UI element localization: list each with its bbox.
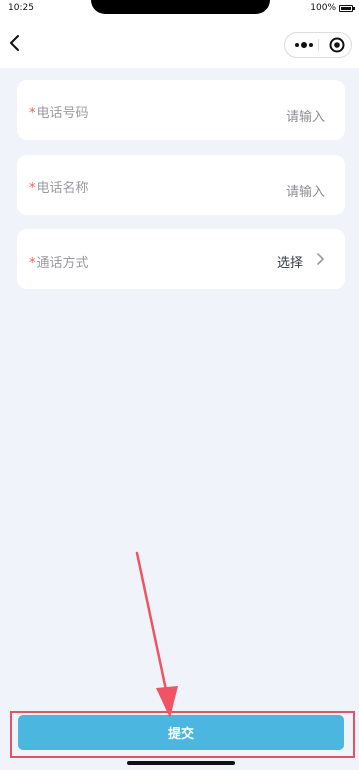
- back-icon: [10, 35, 19, 51]
- phone-number-field[interactable]: *电话号码 请输入: [17, 80, 345, 140]
- back-button[interactable]: [4, 31, 28, 55]
- chevron-right-icon: [317, 253, 324, 265]
- phone-number-label-text: 电话号码: [36, 106, 89, 121]
- nav-bar: [0, 18, 359, 68]
- phone-number-label: *电话号码: [29, 102, 89, 121]
- call-method-label: *通话方式: [29, 252, 89, 271]
- phone-name-field[interactable]: *电话名称 请输入: [17, 155, 345, 215]
- required-mark: *: [29, 181, 36, 196]
- home-indicator: [127, 761, 235, 765]
- battery-icon: [339, 4, 355, 12]
- close-capsule-icon: [329, 37, 345, 53]
- status-time: 10:25: [8, 3, 34, 13]
- required-mark: *: [29, 106, 36, 121]
- capsule-close-button[interactable]: [325, 33, 349, 57]
- call-method-select[interactable]: 选择: [277, 252, 303, 271]
- battery-level: 100%: [310, 3, 336, 13]
- submit-button[interactable]: 提交: [18, 715, 344, 750]
- device-notch: [91, 0, 270, 14]
- phone-name-label: *电话名称: [29, 177, 89, 196]
- call-method-label-text: 通话方式: [36, 256, 89, 271]
- more-button[interactable]: [291, 33, 317, 57]
- mini-program-capsule: [284, 32, 352, 58]
- capsule-divider: [318, 39, 319, 51]
- call-method-field[interactable]: *通话方式 选择: [17, 229, 345, 289]
- required-mark: *: [29, 256, 36, 271]
- phone-name-label-text: 电话名称: [36, 181, 89, 196]
- more-icon: [295, 42, 313, 48]
- phone-name-input[interactable]: 请输入: [286, 181, 325, 200]
- phone-number-input[interactable]: 请输入: [286, 106, 325, 125]
- battery-status: 100%: [310, 3, 355, 13]
